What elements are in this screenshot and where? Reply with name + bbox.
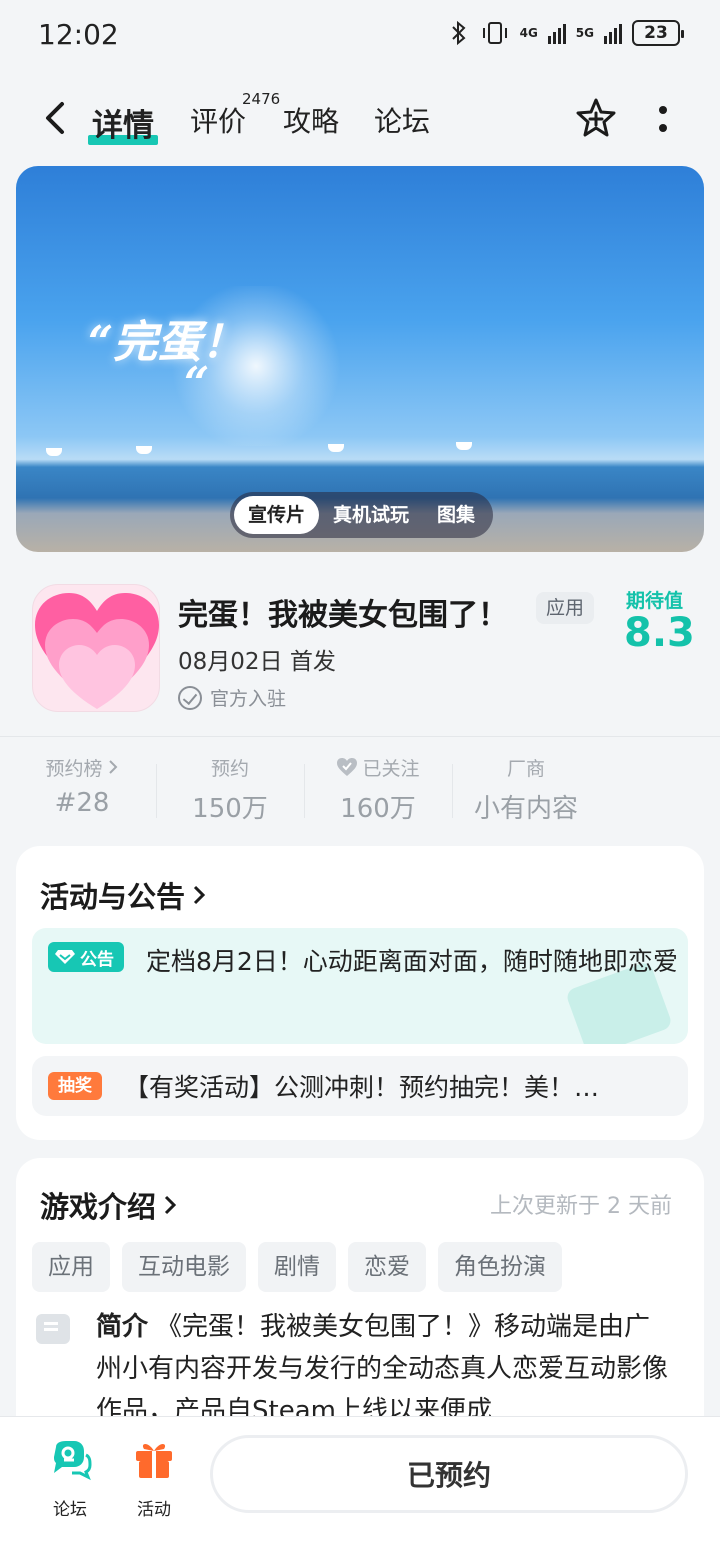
- stat-following-label: 已关注: [362, 757, 420, 780]
- more-options-icon[interactable]: [650, 102, 676, 136]
- official-label: 官方入驻: [210, 688, 287, 710]
- events-card: 活动与公告 定档8月2日！心动距离面对面，随时随地即恋爱 公告 抽奖 【有奖活动…: [16, 846, 704, 1140]
- stat-reservations: 预约 150万: [156, 752, 304, 825]
- signal-icon-1: [547, 22, 566, 44]
- diamond-icon: [55, 950, 75, 964]
- tag-chip[interactable]: 剧情: [258, 1242, 336, 1292]
- announcement-tag-label: 公告: [80, 949, 114, 970]
- chevron-right-icon: [164, 1195, 177, 1215]
- tag-chip[interactable]: 应用: [32, 1242, 110, 1292]
- stat-developer[interactable]: 厂商 小有内容: [452, 752, 600, 825]
- boat-decoration: [136, 446, 152, 454]
- lottery-tag: 抽奖: [48, 1072, 102, 1100]
- announcement-tag: 公告: [48, 942, 124, 972]
- app-name: 完蛋！我被美女包围了！: [178, 598, 508, 633]
- network-5g-label: 5G: [575, 26, 594, 40]
- banner-slogan-quote: “: [184, 358, 210, 409]
- tag-chip[interactable]: 互动电影: [122, 1242, 246, 1292]
- check-circle-icon: [178, 685, 202, 710]
- chevron-right-icon: [193, 885, 206, 905]
- last-updated: 上次更新于 2 天前: [490, 1194, 672, 1219]
- intro-label: 简介: [96, 1312, 149, 1342]
- stat-following-value: 160万: [340, 794, 416, 824]
- intro-title[interactable]: 游戏介绍: [40, 1184, 178, 1226]
- stat-reservations-label: 预约: [210, 757, 249, 780]
- release-date: 08月02日 首发: [178, 649, 336, 675]
- official-badge: 官方入驻: [178, 684, 286, 711]
- stat-rank[interactable]: 预约榜 #28: [8, 752, 156, 818]
- battery-icon: 23: [632, 20, 684, 46]
- boat-decoration: [328, 444, 344, 452]
- back-arrow-icon[interactable]: [36, 98, 76, 138]
- signal-icon-2: [604, 22, 622, 44]
- forum-label: 论坛: [53, 1500, 87, 1520]
- app-info: 完蛋！我被美女包围了！ 应用 08月02日 首发 官方入驻 期待值 8.3: [0, 570, 720, 730]
- forum-button[interactable]: 论坛: [35, 1437, 105, 1520]
- status-icons: 4G 5G 23: [448, 20, 684, 46]
- intro-card: 游戏介绍 上次更新于 2 天前 应用 互动电影 剧情 恋爱 角色扮演 简介 《完蛋…: [16, 1158, 704, 1458]
- stat-developer-value: 小有内容: [473, 794, 578, 824]
- activity-label: 活动: [137, 1500, 171, 1520]
- intro-body: 《完蛋！我被美女包围了！》移动端是由广州小有内容开发与发行的全动态真人恋爱互动影…: [96, 1312, 669, 1426]
- star-add-icon[interactable]: [574, 96, 618, 140]
- events-title-text: 活动与公告: [40, 880, 186, 914]
- media-segment-control: 宣传片 真机试玩 图集: [230, 492, 494, 538]
- tab-reviews[interactable]: 评价: [190, 100, 246, 140]
- reserved-button[interactable]: 已预约: [210, 1435, 688, 1513]
- stats-row: 预约榜 #28 预约 150万 已关注 160万 厂商 小有内容: [0, 752, 720, 832]
- tag-chip[interactable]: 恋爱: [348, 1242, 426, 1292]
- divider: [0, 736, 720, 737]
- expectation-score: 8.3: [624, 610, 695, 656]
- bottom-bar: 论坛 活动 已预约: [0, 1416, 720, 1560]
- gift-icon: [136, 1444, 172, 1478]
- stat-rank-value: #28: [54, 788, 110, 818]
- stat-developer-label: 厂商: [506, 757, 545, 780]
- announcement-item[interactable]: 定档8月2日！心动距离面对面，随时随地即恋爱 公告: [32, 928, 688, 1044]
- boat-decoration: [456, 442, 472, 450]
- tag-list: 应用 互动电影 剧情 恋爱 角色扮演: [32, 1242, 562, 1292]
- segment-gallery[interactable]: 图集: [423, 496, 489, 534]
- top-nav: 详情 评价 2476 攻略 论坛: [0, 80, 720, 160]
- activity-button[interactable]: 活动: [119, 1437, 189, 1520]
- boat-decoration: [46, 448, 62, 456]
- intro-text[interactable]: 简介 《完蛋！我被美女包围了！》移动端是由广州小有内容开发与发行的全动态真人恋爱互…: [96, 1306, 676, 1432]
- stat-following[interactable]: 已关注 160万: [304, 752, 452, 825]
- intro-title-text: 游戏介绍: [40, 1190, 157, 1224]
- stat-rank-label: 预约榜: [45, 757, 103, 780]
- lottery-item[interactable]: 抽奖 【有奖活动】公测冲刺！预约抽完！美！…: [32, 1056, 688, 1116]
- tab-details[interactable]: 详情: [88, 100, 158, 145]
- lottery-text: 【有奖活动】公测冲刺！预约抽完！美！…: [124, 1073, 600, 1102]
- vibrate-icon: [482, 22, 507, 44]
- events-title[interactable]: 活动与公告: [40, 874, 207, 916]
- status-bar: 12:02 4G 5G 23: [0, 0, 720, 72]
- heart-icon: [337, 758, 358, 776]
- segment-trailer[interactable]: 宣传片: [234, 496, 320, 534]
- chevron-right-icon: [108, 760, 117, 774]
- media-banner[interactable]: “完蛋！ “ 宣传片 真机试玩 图集: [16, 166, 704, 552]
- document-icon: [36, 1314, 70, 1344]
- expectation-label: 期待值: [626, 590, 684, 612]
- tab-forum[interactable]: 论坛: [374, 100, 430, 140]
- reviews-count-badge: 2476: [242, 90, 281, 108]
- bluetooth-icon: [451, 20, 466, 46]
- heart-logo-icon: [35, 593, 159, 709]
- network-4g-label: 4G: [519, 26, 538, 40]
- app-icon: [32, 584, 160, 712]
- app-category-tag: 应用: [536, 592, 595, 624]
- chat-bubble-icon: [54, 1441, 92, 1481]
- announcement-text: 定档8月2日！心动距离面对面，随时随地即恋爱: [146, 947, 678, 976]
- stat-reservations-value: 150万: [192, 794, 268, 824]
- status-time: 12:02: [38, 18, 119, 51]
- tab-guides[interactable]: 攻略: [283, 100, 339, 140]
- tag-chip[interactable]: 角色扮演: [438, 1242, 562, 1292]
- segment-gameplay[interactable]: 真机试玩: [319, 496, 423, 534]
- banner-slogan: “完蛋！: [88, 317, 246, 368]
